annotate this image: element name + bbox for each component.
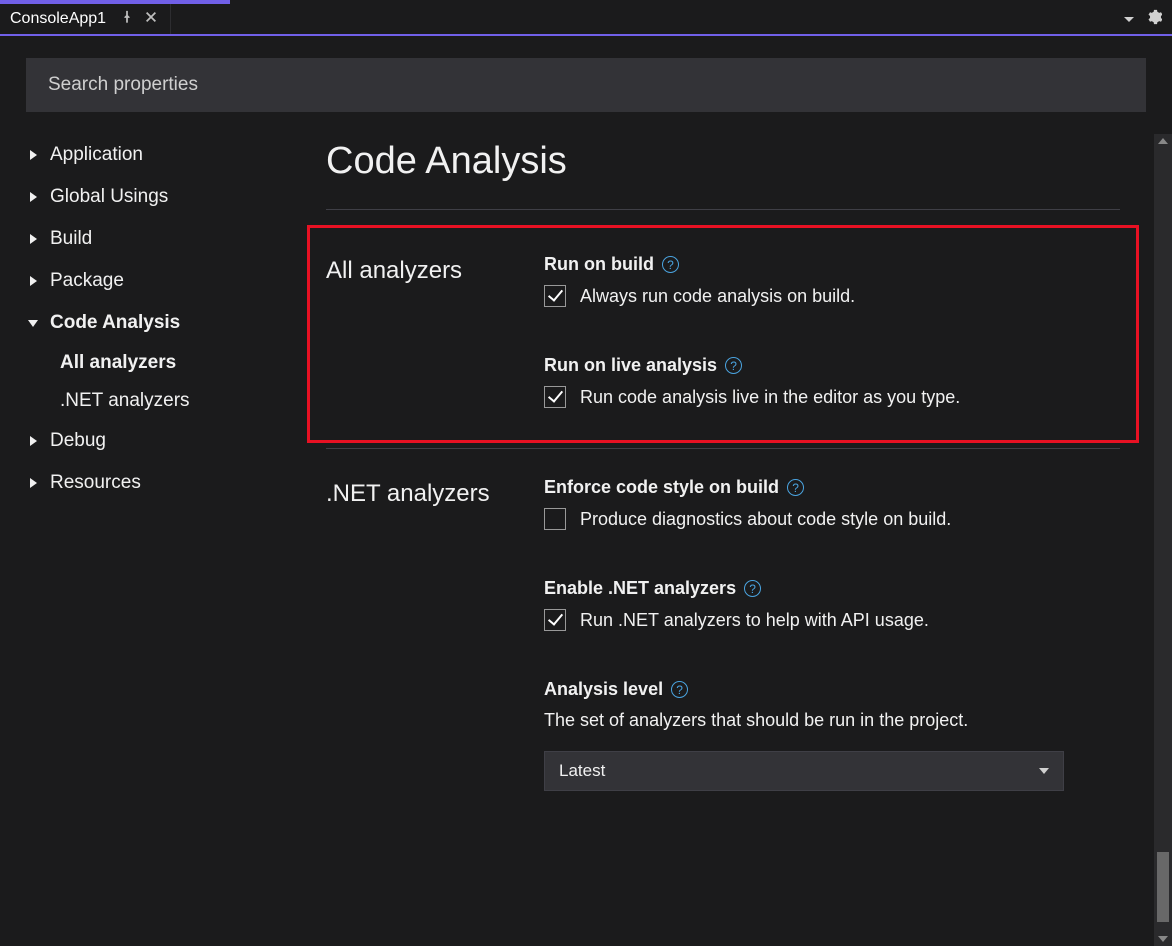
chevron-right-icon (26, 234, 40, 244)
tab-bar: ConsoleApp1 (0, 4, 1172, 36)
help-icon[interactable]: ? (744, 580, 761, 597)
vertical-scrollbar[interactable] (1154, 134, 1172, 946)
chevron-right-icon (26, 150, 40, 160)
tab-overflow-icon[interactable] (1124, 17, 1134, 22)
tab-title: ConsoleApp1 (10, 10, 106, 28)
section-label: .NET analyzers (326, 477, 526, 791)
prop-enforce-code-style: Enforce code style on build ? Produce di… (544, 477, 1120, 530)
chevron-right-icon (26, 276, 40, 286)
nav-net-analyzers[interactable]: .NET analyzers (54, 382, 296, 420)
pin-icon[interactable] (120, 10, 134, 29)
chevron-right-icon (26, 192, 40, 202)
checkbox-run-on-build[interactable] (544, 285, 566, 307)
chevron-right-icon (26, 478, 40, 488)
prop-run-on-build: Run on build ? Always run code analysis … (544, 254, 1120, 307)
prop-run-on-live: Run on live analysis ? Run code analysis… (544, 355, 1120, 408)
chevron-down-icon (1039, 768, 1049, 774)
page-title: Code Analysis (326, 134, 1120, 209)
analysis-level-select[interactable]: Latest (544, 751, 1064, 791)
help-icon[interactable]: ? (725, 357, 742, 374)
scroll-up-icon[interactable] (1158, 138, 1168, 144)
nav-global-usings[interactable]: Global Usings (20, 176, 296, 218)
help-icon[interactable]: ? (787, 479, 804, 496)
help-icon[interactable]: ? (671, 681, 688, 698)
nav-code-analysis[interactable]: Code Analysis (20, 302, 296, 344)
nav-resources[interactable]: Resources (20, 462, 296, 504)
document-tab[interactable]: ConsoleApp1 (0, 4, 171, 34)
nav-application[interactable]: Application (20, 134, 296, 176)
gear-icon[interactable] (1146, 9, 1162, 29)
search-input[interactable] (26, 58, 1146, 112)
properties-panel: Code Analysis All analyzers Run on build… (300, 134, 1172, 946)
checkbox-enforce-code-style[interactable] (544, 508, 566, 530)
section-all-analyzers: All analyzers Run on build ? Always run … (308, 226, 1138, 442)
scroll-down-icon[interactable] (1158, 936, 1168, 942)
help-icon[interactable]: ? (662, 256, 679, 273)
chevron-right-icon (26, 436, 40, 446)
close-icon[interactable] (144, 10, 158, 29)
nav-build[interactable]: Build (20, 218, 296, 260)
properties-nav: Application Global Usings Build Package … (0, 134, 300, 946)
prop-analysis-level: Analysis level ? The set of analyzers th… (544, 679, 1120, 791)
divider (326, 209, 1120, 210)
checkbox-run-on-live[interactable] (544, 386, 566, 408)
nav-package[interactable]: Package (20, 260, 296, 302)
chevron-down-icon (26, 320, 40, 327)
nav-debug[interactable]: Debug (20, 420, 296, 462)
nav-all-analyzers[interactable]: All analyzers (54, 344, 296, 382)
section-net-analyzers: .NET analyzers Enforce code style on bui… (326, 449, 1120, 815)
section-label: All analyzers (326, 254, 526, 408)
checkbox-enable-net-analyzers[interactable] (544, 609, 566, 631)
prop-enable-net-analyzers: Enable .NET analyzers ? Run .NET analyze… (544, 578, 1120, 631)
scroll-thumb[interactable] (1157, 852, 1169, 922)
